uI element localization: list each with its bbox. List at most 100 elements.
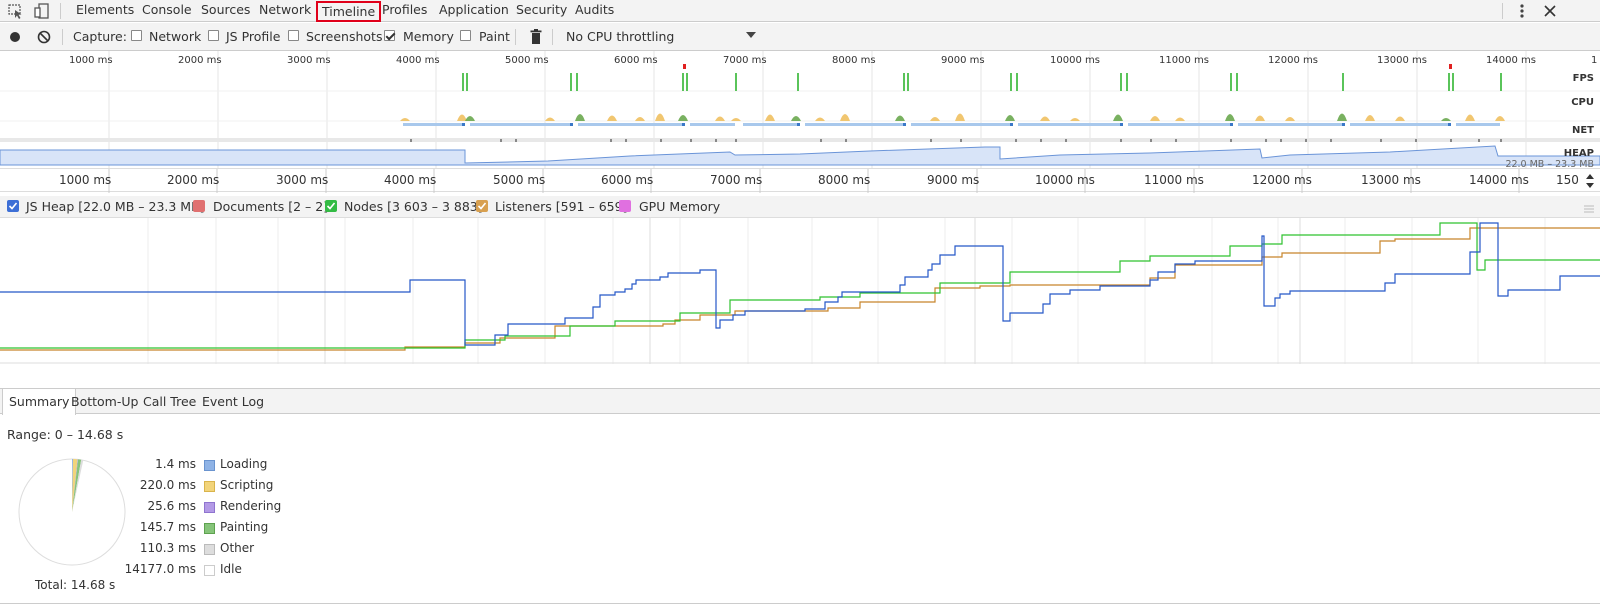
tab-application[interactable]: Application (439, 0, 509, 21)
tab-console[interactable]: Console (142, 0, 192, 21)
cpu-activity (715, 116, 725, 121)
tab-security[interactable]: Security (516, 0, 567, 21)
cpu-activity (1005, 115, 1015, 121)
tab-audits[interactable]: Audits (575, 0, 614, 21)
js-heap-line (0, 222, 1600, 346)
cpu-activity (607, 115, 617, 121)
listeners-checkbox[interactable] (476, 200, 488, 212)
inspect-element-icon[interactable] (6, 2, 26, 20)
paint-option-label[interactable]: Paint (479, 29, 510, 44)
event-tick (1265, 139, 1267, 142)
js-heap-checkbox[interactable] (7, 200, 19, 212)
detail-ruler-ticks (108, 169, 1520, 193)
overview-ruler-label: 5000 ms (505, 55, 549, 66)
detail-ruler-label: 2000 ms (167, 173, 220, 187)
detail-ruler-label: 4000 ms (384, 173, 437, 187)
cpu-activity (895, 115, 905, 121)
documents-legend-label[interactable]: Documents [2 – 2] (213, 199, 328, 214)
close-icon[interactable] (1540, 2, 1560, 20)
memory-checkbox[interactable] (384, 30, 395, 41)
memory-counters-graph[interactable] (0, 218, 1600, 364)
listeners-legend-label[interactable]: Listeners [591 – 659] (495, 199, 627, 214)
scroll-arrows-icon[interactable] (1584, 171, 1596, 194)
network-request-marker (570, 123, 573, 126)
network-request-marker (797, 123, 800, 126)
summary-category: Rendering (220, 499, 282, 513)
overview-ruler-label: 10000 ms (1050, 55, 1100, 66)
cpu-activity (955, 113, 965, 121)
overview-ruler-label: 1000 ms (69, 55, 113, 66)
summary-category: Other (220, 541, 255, 555)
network-request (805, 123, 903, 126)
network-option-label[interactable]: Network (149, 29, 201, 44)
event-tick (1230, 139, 1232, 142)
summary-category: Idle (220, 562, 242, 576)
tab-network[interactable]: Network (259, 0, 311, 21)
toolbar-separator (62, 29, 63, 45)
fps-bar (735, 73, 737, 91)
cpu-activity (635, 117, 645, 121)
fps-bar (1500, 73, 1502, 91)
network-request (1456, 123, 1500, 126)
nodes-checkbox[interactable] (325, 200, 337, 212)
heap-area (0, 145, 1600, 166)
screenshots-option-label[interactable]: Screenshots (306, 29, 382, 44)
documents-checkbox[interactable] (193, 200, 205, 212)
gpu-memory-legend-label[interactable]: GPU Memory (639, 199, 720, 214)
network-request (1350, 123, 1448, 126)
more-options-icon[interactable] (1512, 2, 1532, 20)
memory-option-label[interactable]: Memory (403, 29, 454, 44)
screenshots-checkbox[interactable] (288, 30, 299, 41)
cpu-throttling-select[interactable]: No CPU throttling (566, 29, 674, 44)
dropdown-arrow-icon[interactable] (745, 29, 765, 47)
trash-icon[interactable] (527, 28, 547, 46)
tab-timeline[interactable]: Timeline (316, 1, 382, 22)
heap-label: HEAP (1563, 148, 1594, 159)
gpu-memory-checkbox[interactable] (619, 200, 631, 212)
event-tick (1305, 139, 1307, 142)
js-profile-checkbox[interactable] (208, 30, 219, 41)
overview-ruler-label: 13000 ms (1377, 55, 1427, 66)
clear-icon[interactable] (35, 28, 55, 46)
event-tick (625, 139, 627, 142)
nodes-legend-label[interactable]: Nodes [3 603 – 3 883] (344, 199, 483, 214)
cpu-activity (1495, 116, 1505, 121)
fps-bar (1016, 73, 1018, 91)
device-toolbar-icon[interactable] (32, 2, 52, 20)
fps-dropped-marker (1449, 64, 1452, 69)
capture-label: Capture: (73, 29, 127, 44)
fps-bar (682, 73, 684, 91)
tab-elements[interactable]: Elements (76, 0, 134, 21)
tab-profiles[interactable]: Profiles (382, 0, 427, 21)
summary-range: Range: 0 – 14.68 s (7, 427, 124, 442)
cpu-activity (840, 114, 850, 121)
summary-value: 1.4 ms (155, 457, 196, 471)
event-tick (610, 139, 612, 142)
fps-bar (907, 73, 909, 91)
detail-ruler-label: 10000 ms (1035, 173, 1095, 187)
paint-checkbox[interactable] (460, 30, 471, 41)
tabbar-separator (1502, 3, 1503, 19)
network-request (470, 123, 570, 126)
record-icon[interactable] (6, 28, 26, 46)
resize-handle-icon[interactable] (1584, 202, 1594, 216)
nodes-line (0, 222, 1600, 349)
fps-bar (1120, 73, 1122, 91)
tab-bottom-up[interactable]: Bottom-Up (65, 389, 144, 414)
cpu-activity (1225, 114, 1235, 121)
js-heap-legend-label[interactable]: JS Heap [22.0 MB – 23.3 MB] (26, 199, 205, 214)
tab-call-tree[interactable]: Call Tree (137, 389, 202, 414)
network-request-marker (903, 123, 906, 126)
detail-ruler-label: 14000 ms (1469, 173, 1529, 187)
detail-ruler-label: 7000 ms (710, 173, 763, 187)
tab-event-log[interactable]: Event Log (196, 389, 270, 414)
js-profile-option-label[interactable]: JS Profile (226, 29, 280, 44)
network-checkbox[interactable] (131, 30, 142, 41)
cpu-activity (815, 117, 825, 121)
overview-ruler-label: 12000 ms (1268, 55, 1318, 66)
detail-ruler-label: 9000 ms (927, 173, 980, 187)
detail-ruler-label: 13000 ms (1361, 173, 1421, 187)
tab-sources[interactable]: Sources (201, 0, 250, 21)
cpu-activity (1441, 118, 1451, 121)
counter-lines (0, 218, 1600, 364)
